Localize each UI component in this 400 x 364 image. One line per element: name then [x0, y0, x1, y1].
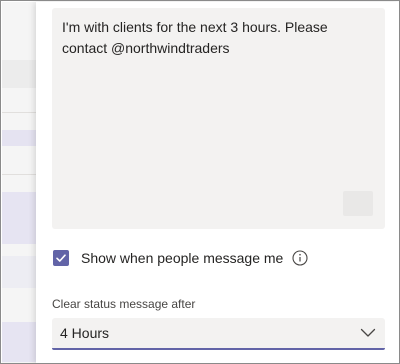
info-icon[interactable]: [292, 250, 308, 266]
chevron-down-icon: [360, 328, 376, 337]
checkmark-icon: [56, 254, 66, 262]
divider: [2, 174, 36, 175]
show-when-message-checkbox[interactable]: [53, 250, 69, 266]
clear-after-label: Clear status message after: [52, 297, 196, 311]
clear-after-selected-value: 4 Hours: [60, 325, 110, 341]
clear-after-dropdown[interactable]: 4 Hours: [52, 318, 385, 350]
background-app-list: [2, 2, 36, 363]
background-list-item: [2, 256, 36, 288]
status-message-text[interactable]: I'm with clients for the next 3 hours. P…: [62, 17, 362, 59]
background-list-item: [2, 322, 36, 362]
background-list-item: [2, 192, 36, 244]
status-message-dialog: I'm with clients for the next 3 hours. P…: [36, 2, 399, 363]
show-when-message-label[interactable]: Show when people message me: [81, 250, 283, 266]
background-list-item: [2, 60, 36, 88]
emoji-icon[interactable]: [343, 191, 373, 216]
show-when-message-option[interactable]: Show when people message me: [53, 248, 308, 268]
background-list-item: [2, 130, 36, 146]
window-frame: I'm with clients for the next 3 hours. P…: [0, 0, 400, 364]
divider: [2, 112, 36, 113]
status-message-input[interactable]: I'm with clients for the next 3 hours. P…: [52, 8, 385, 229]
